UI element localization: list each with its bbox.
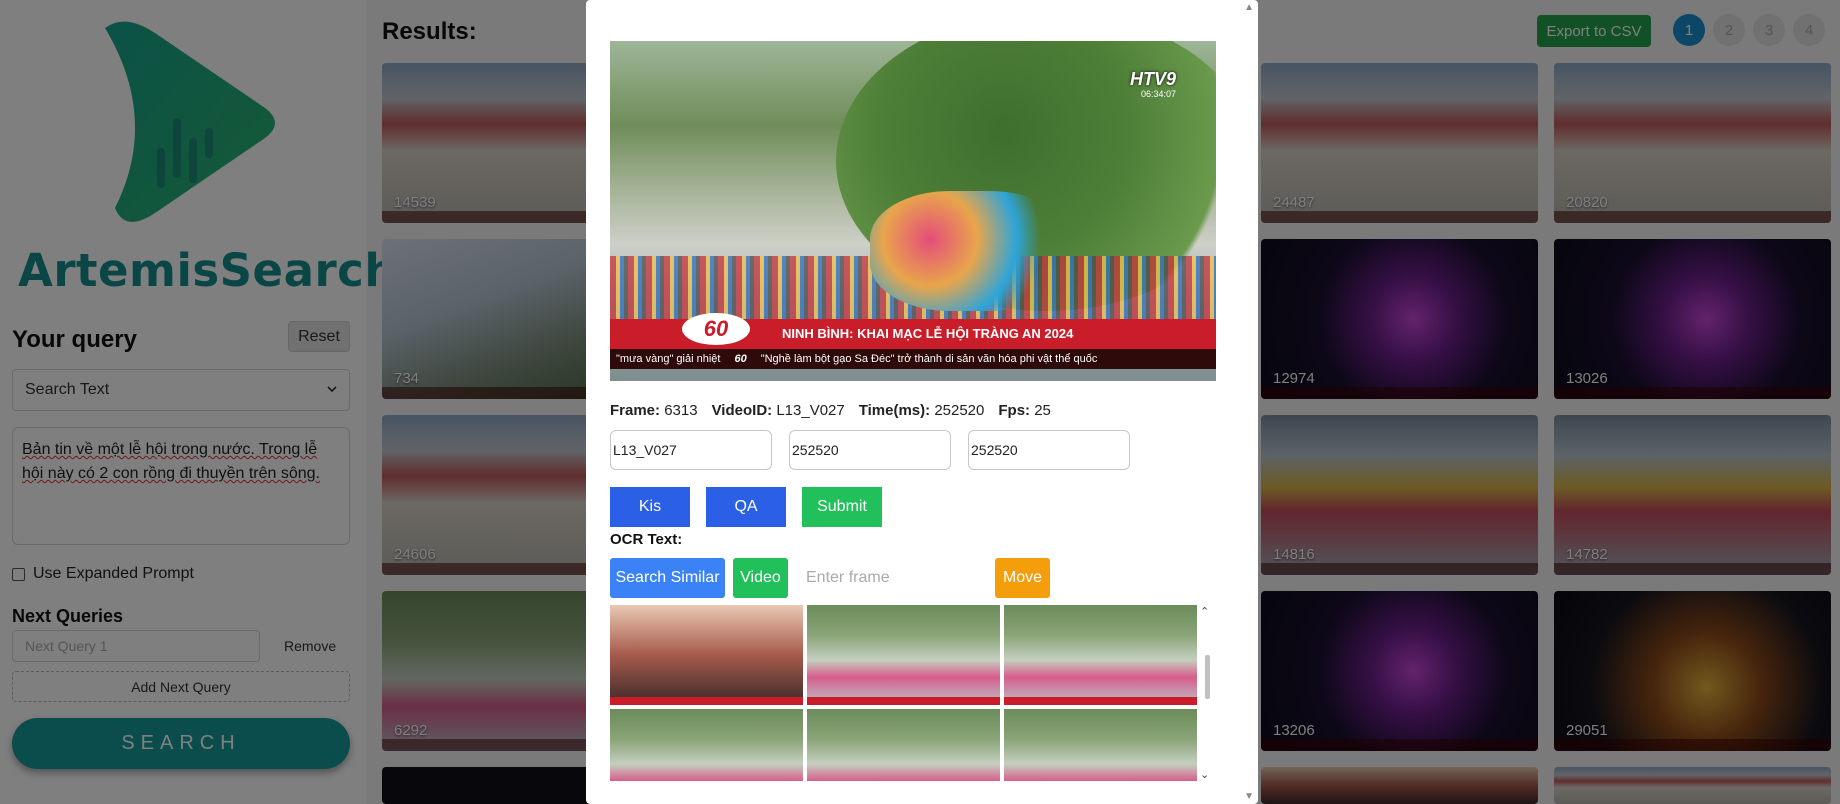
news-ticker: "mưa vàng" giải nhiệt 60 "Nghề làm bột g… bbox=[610, 349, 1216, 369]
time-value: 252520 bbox=[934, 402, 985, 419]
video-id-field[interactable]: L13_V027 bbox=[610, 430, 772, 470]
time-end-field[interactable]: 252520 bbox=[968, 430, 1130, 470]
move-button[interactable]: Move bbox=[995, 558, 1050, 598]
neighbor-frame[interactable] bbox=[610, 605, 803, 705]
qa-button[interactable]: QA bbox=[706, 487, 786, 527]
submit-button[interactable]: Submit bbox=[802, 487, 882, 527]
ticker-logo: 60 bbox=[734, 353, 747, 365]
neighbor-frames-gallery bbox=[610, 605, 1200, 781]
time-start-field[interactable]: 252520 bbox=[789, 430, 951, 470]
frame-detail-modal: ▲ ▼ HTV9 06:34:07 60 NINH BÌNH: KHAI MẠC… bbox=[586, 0, 1258, 804]
ocr-text-label: OCR Text: bbox=[610, 531, 683, 548]
channel-logo: HTV9 bbox=[1129, 69, 1176, 89]
scroll-down-icon[interactable]: ▼ bbox=[1244, 791, 1254, 802]
neighbor-frame[interactable] bbox=[1004, 605, 1197, 705]
gallery-scrollbar[interactable]: ⌃ ⌄ bbox=[1200, 605, 1214, 781]
kis-button[interactable]: Kis bbox=[610, 487, 690, 527]
search-similar-button[interactable]: Search Similar bbox=[610, 558, 725, 598]
frame-label: Frame: bbox=[610, 402, 661, 419]
neighbor-frame[interactable] bbox=[1004, 709, 1197, 781]
neighbor-frame[interactable] bbox=[807, 709, 1000, 781]
video-label: VideoID: bbox=[711, 402, 773, 419]
neighbor-frame[interactable] bbox=[610, 709, 803, 781]
frame-value: 6313 bbox=[664, 402, 698, 419]
scroll-up-icon[interactable]: ▲ bbox=[1244, 2, 1254, 13]
chevron-down-icon[interactable]: ⌄ bbox=[1200, 768, 1209, 781]
news-logo: 60 bbox=[682, 313, 750, 345]
video-value: L13_V027 bbox=[776, 402, 845, 419]
frame-preview: HTV9 06:34:07 60 NINH BÌNH: KHAI MẠC LỄ … bbox=[610, 41, 1216, 381]
frame-metadata: Frame: 6313 VideoID: L13_V027 Time(ms): … bbox=[610, 402, 1051, 419]
fps-value: 25 bbox=[1034, 402, 1051, 419]
video-button[interactable]: Video bbox=[733, 558, 788, 598]
fps-label: Fps: bbox=[998, 402, 1031, 419]
time-label: Time(ms): bbox=[858, 402, 931, 419]
ticker-right: "Nghề làm bột gạo Sa Đéc" trở thành di s… bbox=[760, 353, 1098, 365]
broadcast-clock: 06:34:07 bbox=[1140, 89, 1176, 99]
news-headline: NINH BÌNH: KHAI MẠC LỄ HỘI TRÀNG AN 2024 bbox=[782, 326, 1074, 341]
ticker-left: "mưa vàng" giải nhiệt bbox=[616, 353, 721, 365]
chevron-up-icon[interactable]: ⌃ bbox=[1200, 605, 1209, 618]
enter-frame-input[interactable]: Enter frame bbox=[798, 558, 994, 598]
neighbor-frame[interactable] bbox=[807, 605, 1000, 705]
